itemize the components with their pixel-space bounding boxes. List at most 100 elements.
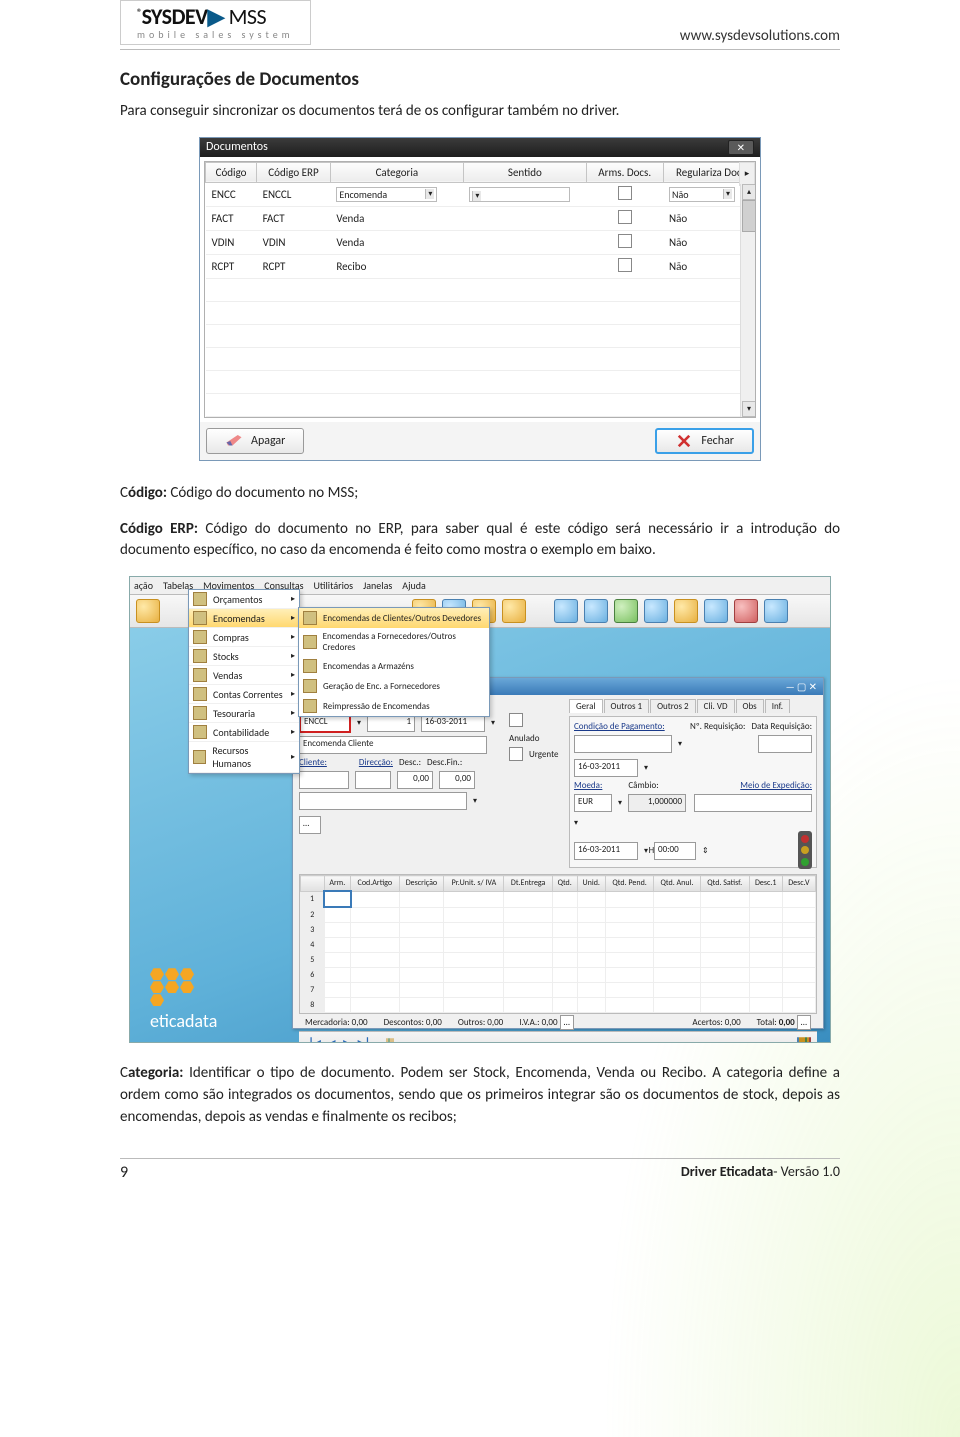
erp-tab[interactable]: Cli. VD	[697, 699, 735, 713]
dropdown-item[interactable]: Compras▸	[189, 628, 299, 647]
toolbar-icon[interactable]	[764, 599, 788, 623]
dropdown-item[interactable]: Encomendas▸	[189, 609, 299, 628]
vertical-scrollbar[interactable]: ▴ ▾	[740, 184, 755, 417]
dropdown-item[interactable]: Vendas▸	[189, 666, 299, 685]
dropdown-item[interactable]: Orçamentos▸	[189, 590, 299, 609]
table-row[interactable]	[206, 301, 755, 324]
erp-menu-item[interactable]: Ajuda	[402, 579, 425, 592]
dropdown-item[interactable]: Stocks▸	[189, 647, 299, 666]
toolbar-icon[interactable]	[554, 599, 578, 623]
erp-menu-item[interactable]: Janelas	[363, 579, 392, 592]
toolbar-icon[interactable]	[644, 599, 668, 623]
input-cliente[interactable]	[299, 771, 349, 789]
toolbar-icon[interactable]	[734, 599, 758, 623]
submenu-item[interactable]: Reimpressão de Encomendas	[299, 696, 489, 716]
dropdown-item[interactable]: Recursos Humanos▸	[189, 742, 299, 773]
toolbar-icon[interactable]	[136, 599, 160, 623]
input-cond-pag[interactable]	[574, 735, 672, 753]
checkbox[interactable]	[618, 258, 632, 272]
grid-col[interactable]: Unid.	[577, 876, 605, 892]
checkbox-anulado[interactable]	[509, 713, 523, 727]
input-hora[interactable]: 00:00	[654, 842, 696, 860]
submenu-item[interactable]: Encomendas a Armazéns	[299, 656, 489, 676]
table-row[interactable]	[206, 347, 755, 370]
table-row[interactable]: VDINVDINVendaNão	[206, 230, 755, 254]
submenu-item[interactable]: Geração de Enc. a Fornecedores	[299, 676, 489, 696]
table-row[interactable]	[206, 324, 755, 347]
grid-row[interactable]: 2	[301, 907, 816, 923]
grid-row[interactable]: 4	[301, 938, 816, 953]
erp-tab[interactable]: Outros 2	[650, 699, 696, 713]
table-row[interactable]	[206, 370, 755, 393]
close-icon[interactable]	[809, 1037, 811, 1043]
grid-row[interactable]: 6	[301, 968, 816, 983]
dropdown-item[interactable]: Contabilidade▸	[189, 723, 299, 742]
grid-col[interactable]: Dt.Entrega	[504, 876, 552, 892]
submenu-item[interactable]: Encomendas de Clientes/Outros Devedores	[299, 608, 489, 628]
erp-menu-item[interactable]: ação	[134, 579, 153, 592]
grid-col[interactable]: Arm.	[324, 876, 351, 892]
grid-col[interactable]: Cod.Artigo	[351, 876, 399, 892]
grid-col[interactable]: Descrição	[399, 876, 444, 892]
close-button[interactable]: ✕	[728, 140, 754, 155]
nav-last[interactable]: ▸|	[355, 1036, 374, 1043]
fechar-button[interactable]: Fechar	[655, 428, 754, 454]
nav-next[interactable]: ▸	[340, 1036, 353, 1043]
input-desc-fin[interactable]: 0,00	[439, 771, 475, 789]
column-scroll-right[interactable]: ▸	[739, 162, 755, 186]
erp-menu-item[interactable]: Utilitários	[314, 579, 354, 592]
erp-tab[interactable]: Inf.	[765, 699, 790, 713]
toolbar-icon[interactable]	[674, 599, 698, 623]
erp-tab[interactable]: Obs	[736, 699, 764, 713]
grid-col[interactable]: Pr.Unit. s/ IVA	[444, 876, 504, 892]
submenu-item[interactable]: Encomendas a Fornecedores/Outros Credore…	[299, 628, 489, 656]
grid-col[interactable]: Qtd.	[552, 876, 577, 892]
grid-col[interactable]: Desc.1	[749, 876, 782, 892]
apagar-button[interactable]: Apagar	[206, 428, 304, 454]
input-meio-exp[interactable]	[694, 794, 812, 812]
col-sentido[interactable]: Sentido	[463, 162, 586, 182]
input-data-req[interactable]: 16-03-2011	[574, 759, 638, 777]
grid-col[interactable]: Qtd. Satisf.	[700, 876, 749, 892]
action-icon[interactable]	[392, 1038, 394, 1043]
grid-col[interactable]: Qtd. Pend.	[605, 876, 653, 892]
table-row[interactable]	[206, 416, 755, 418]
erp-tab[interactable]: Outros 1	[604, 699, 650, 713]
grid-row[interactable]: 3	[301, 923, 816, 938]
checkbox[interactable]	[618, 186, 632, 200]
input-moeda[interactable]: EUR	[574, 794, 612, 812]
checkbox[interactable]	[618, 210, 632, 224]
input-direccao[interactable]	[355, 771, 391, 789]
scroll-thumb[interactable]	[742, 200, 756, 232]
table-row[interactable]	[206, 393, 755, 416]
lookup-button[interactable]: …	[299, 816, 321, 834]
toolbar-icon[interactable]	[704, 599, 728, 623]
grid-row[interactable]: 8	[301, 998, 816, 1013]
input-n-req[interactable]	[758, 735, 812, 753]
input-cliente-name[interactable]	[299, 792, 467, 810]
window-controls[interactable]: — ▢ ✕	[786, 680, 817, 693]
input-desc[interactable]: 0,00	[397, 771, 433, 789]
grid-col[interactable]: Qtd. Anul.	[654, 876, 701, 892]
grid-row[interactable]: 1	[301, 891, 816, 907]
input-data-entrega[interactable]: 16-03-2011	[574, 842, 638, 860]
erp-tab[interactable]: Geral	[569, 699, 603, 713]
scroll-up-icon[interactable]: ▴	[742, 184, 756, 200]
table-row[interactable]: FACTFACTVendaNão	[206, 206, 755, 230]
col-categoria[interactable]: Categoria	[330, 162, 463, 182]
dropdown-item[interactable]: Contas Correntes▸	[189, 685, 299, 704]
toolbar-icon[interactable]	[614, 599, 638, 623]
col-arms[interactable]: Arms. Docs.	[586, 162, 663, 182]
toolbar-icon[interactable]	[584, 599, 608, 623]
col-codigo[interactable]: Código	[206, 162, 257, 182]
nav-prev[interactable]: ◂	[326, 1036, 339, 1043]
grid-row[interactable]: 5	[301, 953, 816, 968]
grid-col[interactable]: Desc.V	[782, 876, 815, 892]
table-row[interactable]: ENCCENCCLEncomenda▾▾Não▾	[206, 182, 755, 206]
scroll-down-icon[interactable]: ▾	[742, 401, 756, 417]
checkbox[interactable]	[618, 234, 632, 248]
checkbox-urgente[interactable]	[509, 747, 523, 761]
toolbar-icon[interactable]	[502, 599, 526, 623]
table-row[interactable]	[206, 278, 755, 301]
table-row[interactable]: RCPTRCPTReciboNão	[206, 254, 755, 278]
